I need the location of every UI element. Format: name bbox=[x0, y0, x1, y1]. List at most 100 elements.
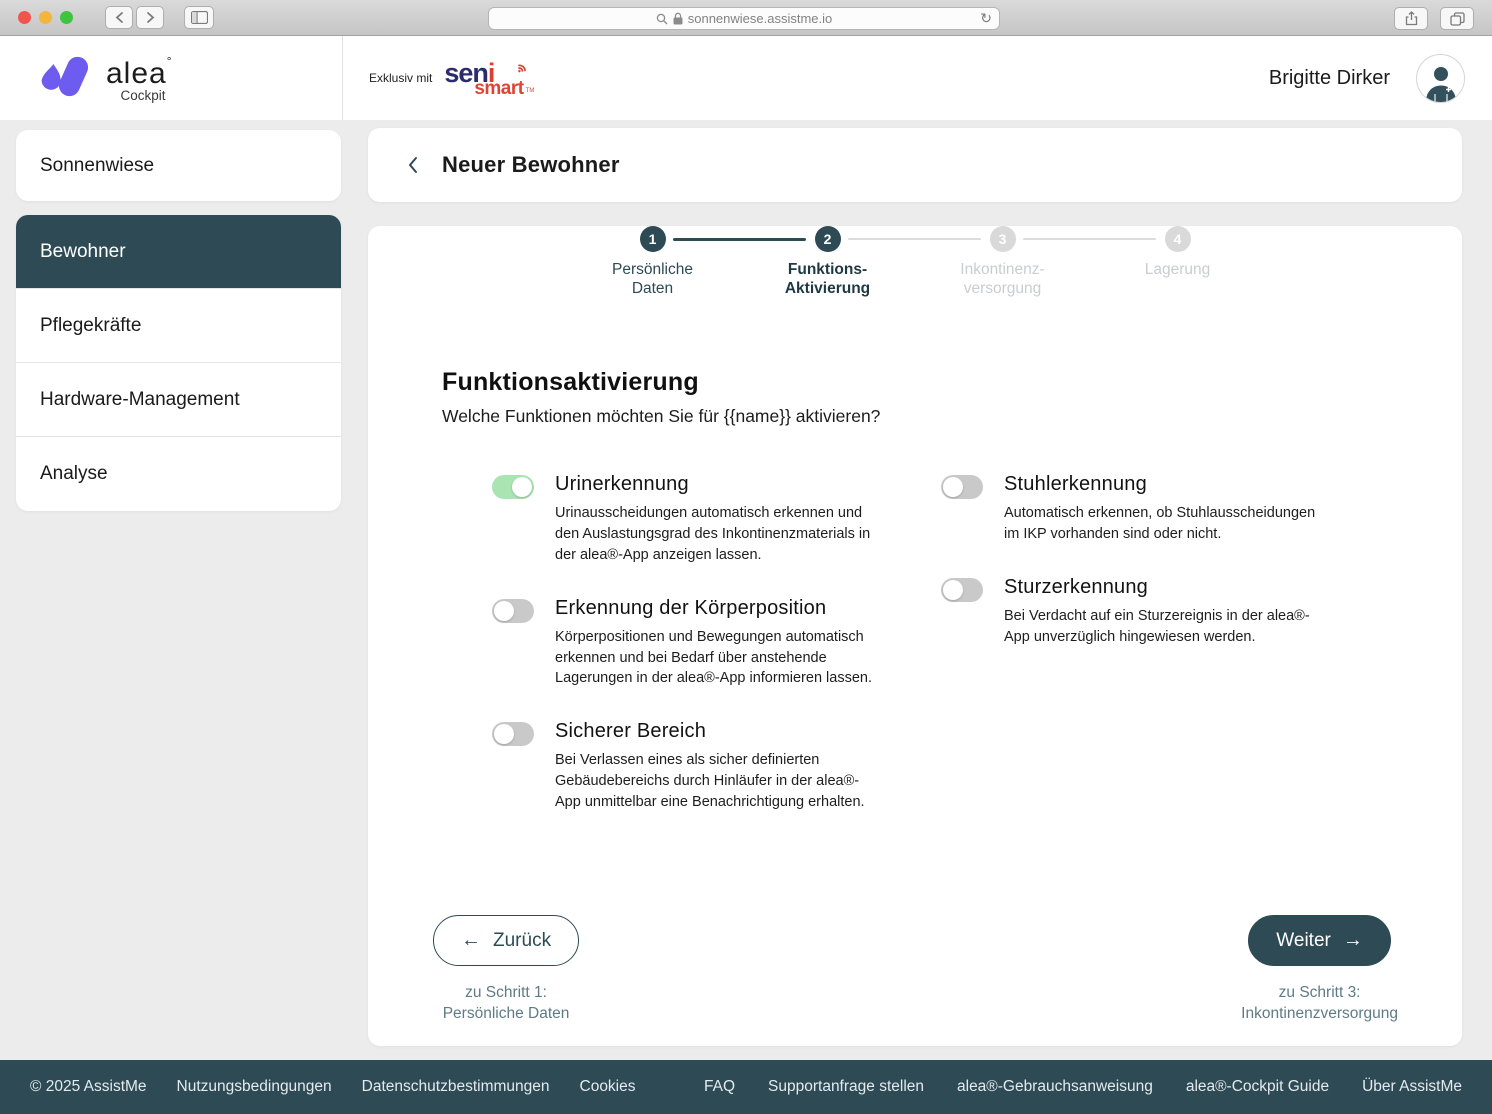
toggle-row-urinerkennung: Urinerkennung Urinausscheidungen automat… bbox=[492, 473, 878, 566]
tabs-button[interactable] bbox=[1440, 7, 1474, 30]
weiter-hint: zu Schritt 3:Inkontinenzversorgung bbox=[1241, 983, 1398, 1025]
arrow-right-icon: → bbox=[1343, 929, 1363, 952]
browser-sidebar-toggle-button[interactable] bbox=[184, 6, 214, 29]
zurueck-button-label: Zurück bbox=[493, 930, 551, 952]
footer-link-gebrauchsanweisung[interactable]: alea®-Gebrauchsanweisung bbox=[957, 1078, 1153, 1096]
sidebar-item-hardware-management[interactable]: Hardware-Management bbox=[16, 363, 341, 437]
toggle-knob bbox=[494, 601, 514, 621]
zurueck-hint: zu Schritt 1:Persönliche Daten bbox=[443, 983, 570, 1025]
footer-link-datenschutz[interactable]: Datenschutzbestimmungen bbox=[362, 1078, 550, 1096]
step-3-inkontinenzversorgung[interactable]: 3 Inkontinenz-versorgung bbox=[915, 226, 1090, 299]
minimize-window-button[interactable] bbox=[39, 11, 52, 24]
toggle-row-sicherer-bereich: Sicherer Bereich Bei Verlassen eines als… bbox=[492, 720, 878, 813]
chevron-left-icon bbox=[114, 11, 125, 24]
browser-chrome: sonnenwiese.assistme.io ↻ bbox=[0, 0, 1492, 36]
traffic-lights bbox=[18, 11, 73, 24]
section-title: Funktionsaktivierung bbox=[442, 368, 699, 397]
lock-icon bbox=[673, 12, 683, 25]
address-bar[interactable]: sonnenwiese.assistme.io ↻ bbox=[488, 7, 1000, 30]
brand-name: alea bbox=[106, 57, 167, 90]
browser-forward-button[interactable] bbox=[136, 6, 164, 29]
stuhlerkennung-toggle[interactable] bbox=[941, 475, 983, 499]
zoom-window-button[interactable] bbox=[60, 11, 73, 24]
sicherer-bereich-toggle[interactable] bbox=[492, 722, 534, 746]
trademark-label: TM bbox=[526, 88, 535, 94]
toggle-column-right: Stuhlerkennung Automatisch erkennen, ob … bbox=[941, 473, 1327, 679]
toggle-description: Bei Verlassen eines als sicher definiert… bbox=[555, 750, 878, 813]
toggle-row-sturzerkennung: Sturzerkennung Bei Verdacht auf ein Stur… bbox=[941, 576, 1327, 648]
step-circle: 3 bbox=[990, 226, 1016, 252]
sidebar-item-label: Analyse bbox=[40, 463, 108, 485]
toggle-title: Stuhlerkennung bbox=[1004, 473, 1327, 496]
wizard-stepper: 1 PersönlicheDaten 2 Funktions-Aktivieru… bbox=[565, 226, 1265, 322]
main-content: Neuer Bewohner 1 PersönlicheDaten 2 Funk… bbox=[368, 128, 1462, 1046]
sidebar-item-pflegekraefte[interactable]: Pflegekräfte bbox=[16, 289, 341, 363]
koerperposition-toggle[interactable] bbox=[492, 599, 534, 623]
step-circle: 4 bbox=[1165, 226, 1191, 252]
weiter-button[interactable]: Weiter → bbox=[1248, 915, 1391, 966]
step-4-lagerung[interactable]: 4 Lagerung bbox=[1090, 226, 1265, 280]
share-icon bbox=[1405, 11, 1418, 26]
sturzerkennung-toggle[interactable] bbox=[941, 578, 983, 602]
app-body: Sonnenwiese Bewohner Pflegekräfte Hardwa… bbox=[0, 120, 1492, 1060]
weiter-button-label: Weiter bbox=[1276, 930, 1331, 952]
sidebar-item-facility[interactable]: Sonnenwiese bbox=[16, 130, 341, 201]
step-circle: 2 bbox=[815, 226, 841, 252]
footer-link-cookies[interactable]: Cookies bbox=[580, 1078, 636, 1096]
step-label: Funktions-Aktivierung bbox=[740, 261, 915, 299]
chevron-right-icon bbox=[145, 11, 156, 24]
sidebar-item-label: Pflegekräfte bbox=[40, 315, 141, 337]
facility-name: Sonnenwiese bbox=[40, 155, 154, 177]
person-plus-icon bbox=[1423, 64, 1459, 102]
toggle-title: Urinerkennung bbox=[555, 473, 878, 496]
zurueck-button[interactable]: ← Zurück bbox=[433, 915, 579, 966]
toggle-row-stuhlerkennung: Stuhlerkennung Automatisch erkennen, ob … bbox=[941, 473, 1327, 545]
step-2-funktions-aktivierung[interactable]: 2 Funktions-Aktivierung bbox=[740, 226, 915, 299]
sidebar-item-bewohner[interactable]: Bewohner bbox=[16, 215, 341, 289]
back-button[interactable] bbox=[398, 151, 426, 179]
share-button[interactable] bbox=[1394, 7, 1428, 30]
brand-mark: ° bbox=[167, 54, 172, 68]
url-text: sonnenwiese.assistme.io bbox=[688, 11, 833, 26]
smart-wordmark: smart bbox=[474, 78, 523, 100]
footer-link-ueber-assistme[interactable]: Über AssistMe bbox=[1362, 1078, 1462, 1096]
wizard-card: 1 PersönlicheDaten 2 Funktions-Aktivieru… bbox=[368, 226, 1462, 1046]
app-footer: © 2025 AssistMe Nutzungsbedingungen Date… bbox=[0, 1060, 1492, 1114]
partner-prefix-label: Exklusiv mit bbox=[369, 71, 432, 85]
section-subtitle: Welche Funktionen möchten Sie für {{name… bbox=[442, 406, 880, 427]
urinerkennung-toggle[interactable] bbox=[492, 475, 534, 499]
sidebar-menu: Bewohner Pflegekräfte Hardware-Managemen… bbox=[16, 215, 341, 511]
toggle-knob bbox=[943, 580, 963, 600]
chevron-left-icon bbox=[407, 156, 418, 174]
step-label: PersönlicheDaten bbox=[565, 261, 740, 299]
close-window-button[interactable] bbox=[18, 11, 31, 24]
sidebar: Sonnenwiese Bewohner Pflegekräfte Hardwa… bbox=[16, 130, 341, 511]
arrow-left-icon: ← bbox=[461, 929, 481, 952]
toggle-knob bbox=[512, 477, 532, 497]
toggle-description: Automatisch erkennen, ob Stuhlausscheidu… bbox=[1004, 503, 1327, 545]
sidebar-item-label: Hardware-Management bbox=[40, 389, 240, 411]
toggle-title: Erkennung der Körperposition bbox=[555, 597, 878, 620]
footer-link-nutzungsbedingungen[interactable]: Nutzungsbedingungen bbox=[177, 1078, 332, 1096]
page-title-bar: Neuer Bewohner bbox=[368, 128, 1462, 202]
reload-icon[interactable]: ↻ bbox=[980, 10, 992, 27]
step-1-persoenliche-daten[interactable]: 1 PersönlicheDaten bbox=[565, 226, 740, 299]
toggle-description: Urinausscheidungen automatisch erkennen … bbox=[555, 503, 878, 566]
browser-back-button[interactable] bbox=[105, 6, 133, 29]
footer-link-faq[interactable]: FAQ bbox=[704, 1078, 735, 1096]
step-label: Lagerung bbox=[1090, 261, 1265, 280]
toggle-title: Sicherer Bereich bbox=[555, 720, 878, 743]
toggle-title: Sturzerkennung bbox=[1004, 576, 1327, 599]
user-avatar[interactable] bbox=[1416, 54, 1465, 103]
alea-logo-icon bbox=[40, 55, 92, 101]
partner-branding: Exklusiv mit seni smart TM bbox=[343, 56, 528, 100]
footer-link-supportanfrage[interactable]: Supportanfrage stellen bbox=[768, 1078, 924, 1096]
user-name: Brigitte Dirker bbox=[1269, 67, 1390, 90]
toggle-knob bbox=[494, 724, 514, 744]
step-label: Inkontinenz-versorgung bbox=[915, 261, 1090, 299]
footer-link-cockpit-guide[interactable]: alea®-Cockpit Guide bbox=[1186, 1078, 1329, 1096]
tabs-icon bbox=[1450, 12, 1465, 26]
step-circle: 1 bbox=[640, 226, 666, 252]
sidebar-item-analyse[interactable]: Analyse bbox=[16, 437, 341, 511]
toggle-description: Körperpositionen und Bewegungen automati… bbox=[555, 627, 878, 690]
